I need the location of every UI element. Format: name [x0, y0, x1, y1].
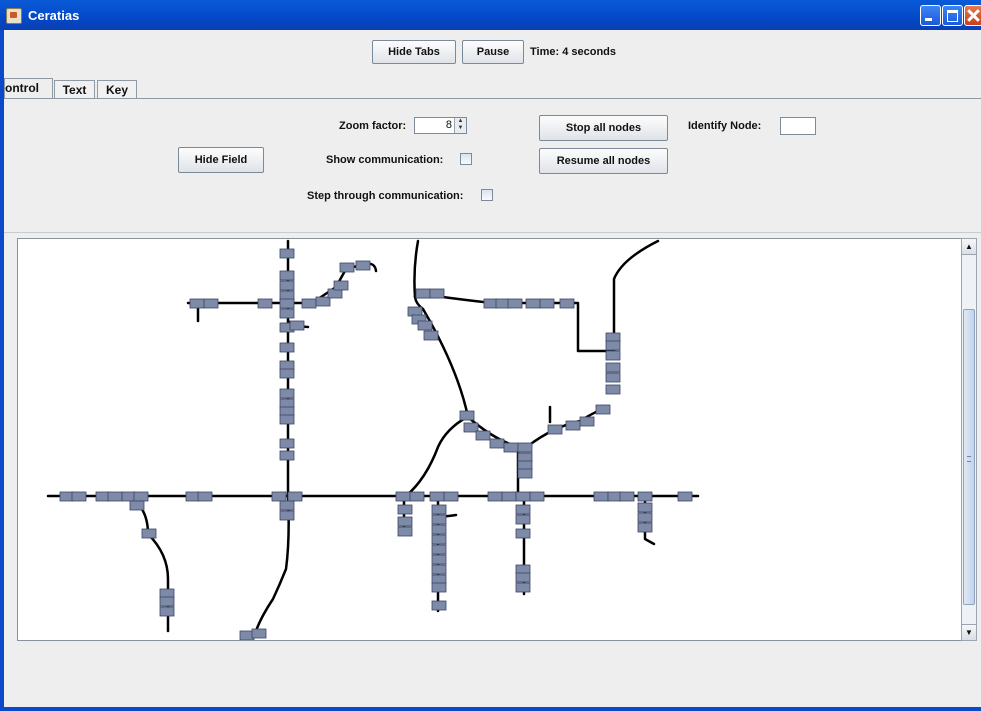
tab-key[interactable]: Key [97, 80, 137, 99]
elapsed-time: Time: 4 seconds [530, 46, 616, 58]
step-communication-label: Step through communication: [307, 190, 464, 202]
identify-node-input[interactable] [780, 117, 816, 135]
pause-button[interactable]: Pause [462, 40, 524, 64]
tab-text[interactable]: Text [54, 80, 95, 99]
spinner-down-icon[interactable]: ▼ [455, 125, 466, 132]
scroll-thumb[interactable] [963, 309, 975, 605]
hide-field-button[interactable]: Hide Field [178, 147, 264, 173]
show-communication-checkbox[interactable] [460, 153, 472, 165]
zoom-factor-value[interactable]: 8 [446, 119, 452, 131]
hide-tabs-button[interactable]: Hide Tabs [372, 40, 456, 64]
stop-all-nodes-button[interactable]: Stop all nodes [539, 115, 668, 141]
title-bar: Ceratias [0, 0, 981, 30]
step-communication-checkbox[interactable] [481, 189, 493, 201]
scroll-up-icon[interactable]: ▲ [962, 239, 976, 255]
panel-separator [4, 232, 981, 233]
app-icon [6, 8, 22, 24]
zoom-factor-label: Zoom factor: [339, 120, 407, 132]
sensor-field-canvas[interactable] [17, 238, 963, 641]
identify-node-label: Identify Node: [688, 120, 762, 132]
show-communication-label: Show communication: [326, 154, 444, 166]
sensor-field-map[interactable] [18, 239, 963, 641]
window-frame-left [0, 30, 4, 711]
tab-control[interactable]: ontrol [4, 78, 53, 99]
window-title: Ceratias [28, 8, 80, 23]
close-icon[interactable] [964, 5, 981, 26]
spinner-arrows[interactable]: ▲ ▼ [454, 118, 466, 133]
spinner-up-icon[interactable]: ▲ [455, 118, 466, 125]
road-network [46, 239, 700, 633]
sensor-node-icon[interactable] [59, 248, 693, 640]
tab-strip-line [4, 98, 981, 99]
minimize-icon[interactable] [920, 5, 941, 26]
zoom-factor-spinner[interactable]: 8 ▲ ▼ [414, 117, 467, 134]
vertical-scrollbar[interactable]: ▲ ▼ [961, 238, 977, 641]
scroll-down-icon[interactable]: ▼ [962, 624, 976, 640]
maximize-icon[interactable] [942, 5, 963, 26]
window-frame-bottom [0, 707, 981, 711]
resume-all-nodes-button[interactable]: Resume all nodes [539, 148, 668, 174]
